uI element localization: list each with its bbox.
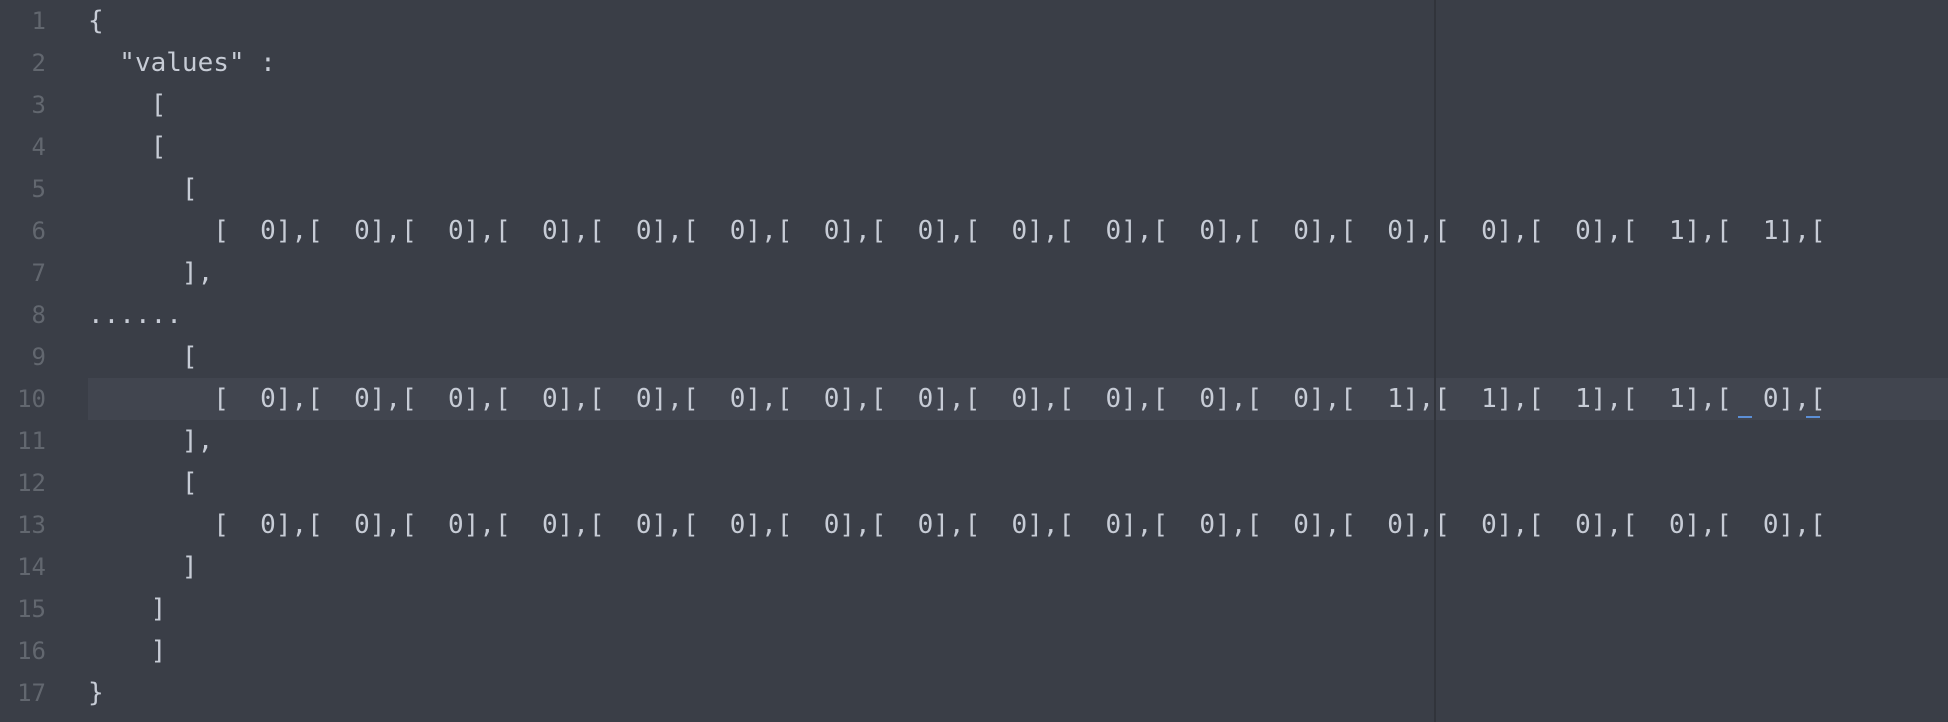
code-line[interactable]: [ 0],[ 0],[ 0],[ 0],[ 0],[ 0],[ 0],[ 0],… (88, 378, 1825, 420)
code-line[interactable]: ] (88, 588, 167, 630)
code-line[interactable]: [ (88, 126, 167, 168)
code-line[interactable]: [ (88, 84, 167, 126)
line-number: 11 (17, 427, 46, 455)
code-line[interactable]: ], (88, 420, 213, 462)
bracket-match-underline-close (1806, 416, 1820, 418)
code-line[interactable]: ] (88, 546, 198, 588)
code-line[interactable]: [ (88, 336, 198, 378)
line-number: 7 (31, 259, 46, 287)
line-number: 14 (17, 553, 46, 581)
code-line[interactable]: "values" : (88, 42, 276, 84)
line-number: 17 (17, 679, 46, 707)
line-number: 9 (31, 343, 46, 371)
line-number: 10 (17, 385, 46, 413)
bracket-match-underline-open (1738, 416, 1752, 418)
code-area[interactable]: { "values" : [ [ [ [ 0],[ 0],[ 0],[ 0],[… (88, 0, 1948, 722)
code-line[interactable]: ...... (88, 294, 182, 336)
line-number: 15 (17, 595, 46, 623)
line-number: 13 (17, 511, 46, 539)
code-editor[interactable]: 1 2 3 4 5 6 7 8 9 10 11 12 13 14 15 16 17 { "values" : [… (0, 0, 1948, 722)
line-number: 8 (31, 301, 46, 329)
line-number-gutter: 1 2 3 4 5 6 7 8 9 10 11 12 13 14 15 16 17 (0, 0, 62, 722)
line-number: 5 (31, 175, 46, 203)
code-line[interactable]: [ 0],[ 0],[ 0],[ 0],[ 0],[ 0],[ 0],[ 0],… (88, 504, 1825, 546)
line-number: 6 (31, 217, 46, 245)
line-number: 3 (31, 91, 46, 119)
code-line[interactable]: [ (88, 462, 198, 504)
line-number: 2 (31, 49, 46, 77)
line-number: 1 (31, 7, 46, 35)
code-line[interactable]: { (88, 0, 104, 42)
code-line[interactable]: ] (88, 630, 167, 672)
line-number: 16 (17, 637, 46, 665)
line-number: 4 (31, 133, 46, 161)
line-number: 12 (17, 469, 46, 497)
code-line[interactable]: [ 0],[ 0],[ 0],[ 0],[ 0],[ 0],[ 0],[ 0],… (88, 210, 1825, 252)
code-line[interactable]: [ (88, 168, 198, 210)
code-line[interactable]: } (88, 672, 104, 714)
code-line[interactable]: ], (88, 252, 213, 294)
